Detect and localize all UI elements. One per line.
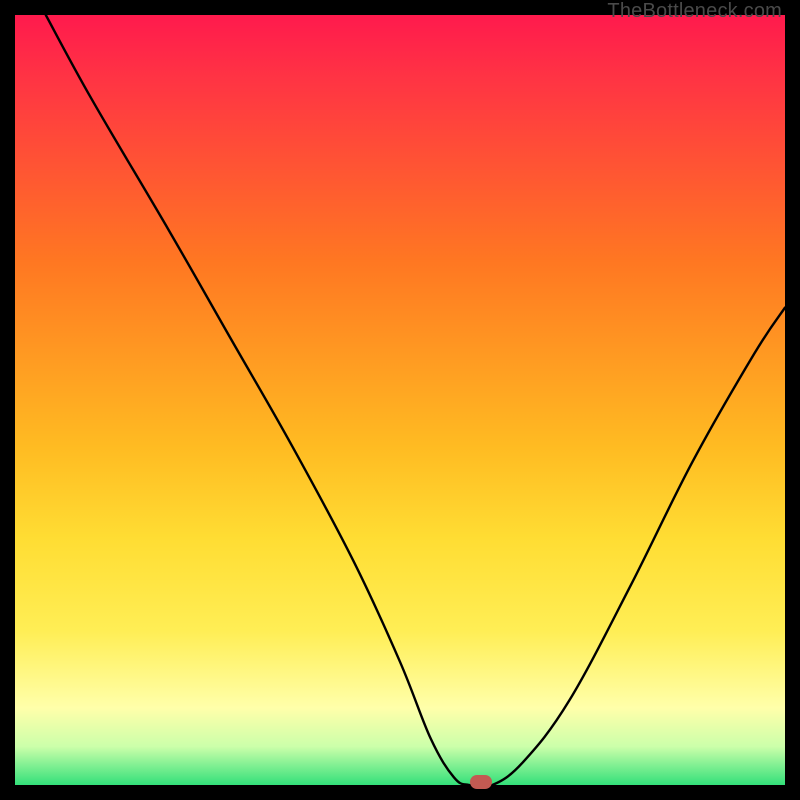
watermark-text: TheBottleneck.com bbox=[607, 0, 782, 23]
optimal-marker bbox=[470, 775, 492, 789]
bottleneck-curve bbox=[15, 15, 785, 785]
chart-frame: TheBottleneck.com bbox=[0, 0, 800, 800]
